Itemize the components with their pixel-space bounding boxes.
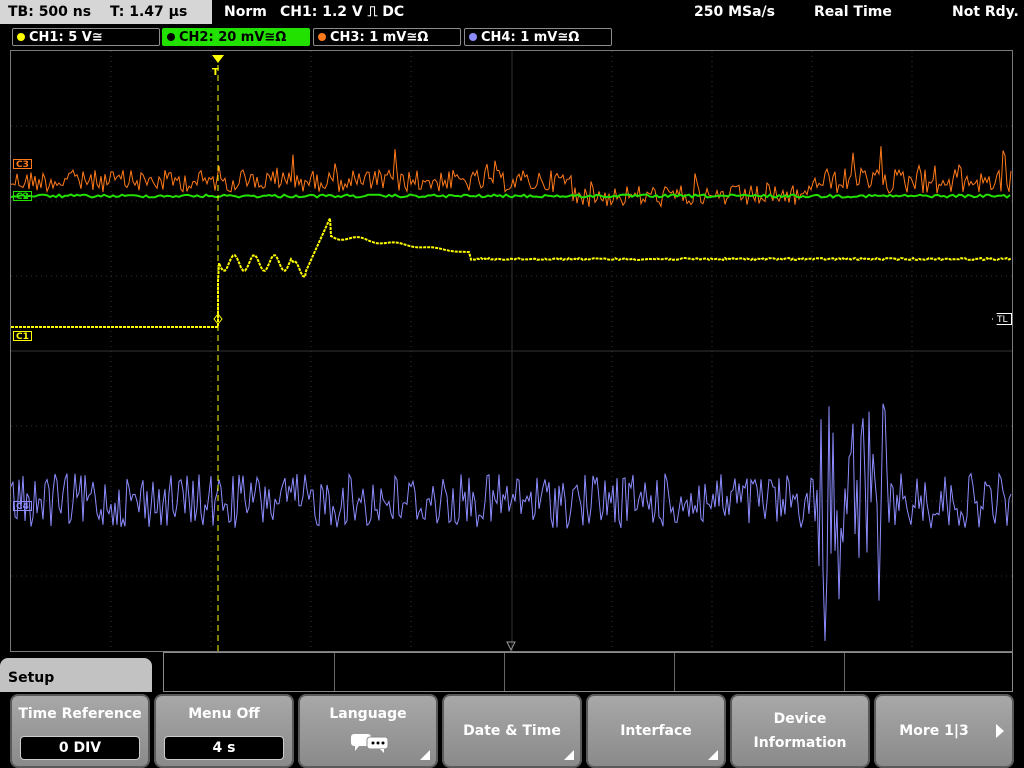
tab-ch1[interactable]: CH1: 5 V≅ [12, 28, 160, 46]
ch2-color-dot [167, 33, 175, 41]
softkey-bar: Time Reference 0 DIV Menu Off 4 s Langua… [0, 692, 1024, 768]
time-reference-value: 0 DIV [20, 736, 140, 760]
ch1-color-dot [17, 33, 25, 41]
menu-off-value: 4 s [164, 736, 284, 760]
ch4-label: CH4: 1 mV≅Ω [481, 30, 580, 45]
trigger-mode[interactable]: Norm [224, 0, 267, 24]
history-strip [163, 652, 1013, 692]
sample-rate: 250 MSa/s [694, 4, 776, 20]
ch3-offset-marker[interactable]: C3 [13, 159, 32, 170]
time-reference-button[interactable]: Time Reference 0 DIV [10, 694, 150, 768]
tab-ch2[interactable]: CH2: 20 mV≅Ω [162, 28, 310, 46]
more-label: More 1|3 [899, 723, 969, 739]
ch4-waveform [11, 403, 1012, 642]
trigger-position-marker[interactable] [212, 55, 224, 63]
device-information-button[interactable]: Device Information [730, 694, 870, 768]
status-bar: TB: 500 ns T: 1.47 µs Norm CH1: 1.2 V ⎍ … [0, 0, 1024, 24]
submenu-indicator-icon [708, 750, 718, 760]
timebase-box[interactable]: TB: 500 ns T: 1.47 µs [0, 0, 212, 24]
menu-off-button[interactable]: Menu Off 4 s [154, 694, 294, 768]
history-cell [164, 653, 335, 691]
acquisition-mode: Real Time [814, 4, 892, 20]
device-information-label: Device Information [753, 711, 847, 751]
ch4-offset-marker[interactable]: C4 [13, 501, 32, 512]
next-page-icon [996, 724, 1004, 738]
trigger-source[interactable]: CH1: 1.2 V ⎍ DC [280, 0, 404, 24]
ch4-color-dot [469, 33, 477, 41]
ch2-waveform [11, 193, 1011, 199]
interface-label: Interface [620, 723, 692, 739]
interface-button[interactable]: Interface [586, 694, 726, 768]
date-time-label: Date & Time [463, 723, 561, 739]
channel-tabs: CH1: 5 V≅ CH2: 20 mV≅Ω CH3: 1 mV≅Ω CH4: … [0, 26, 1024, 48]
tab-ch3[interactable]: CH3: 1 mV≅Ω [313, 28, 461, 46]
waveform-display[interactable]: C3 C2 C1 C4 T [10, 50, 1013, 652]
speech-bubbles-icon [351, 734, 389, 753]
ch3-color-dot [318, 33, 326, 41]
time-reference-label: Time Reference [18, 706, 142, 722]
menu-off-label: Menu Off [188, 706, 260, 722]
ch1-label: CH1: 5 V≅ [29, 30, 103, 45]
submenu-indicator-icon [564, 750, 574, 760]
more-button[interactable]: More 1|3 [874, 694, 1014, 768]
language-button[interactable]: Language [298, 694, 438, 768]
history-cell [334, 653, 505, 691]
ch1-offset-marker[interactable]: C1 [13, 331, 32, 342]
ch2-offset-marker[interactable]: C2 [13, 191, 32, 202]
history-cell [504, 653, 675, 691]
timebase-value: TB: 500 ns [8, 4, 92, 20]
ch1-waveform [11, 217, 1012, 328]
trigger-time-label: T [212, 67, 219, 78]
language-label: Language [329, 706, 407, 722]
acquisition-state: Not Rdy. [952, 4, 1019, 20]
submenu-indicator-icon [420, 750, 430, 760]
tab-ch4[interactable]: CH4: 1 mV≅Ω [464, 28, 612, 46]
date-time-button[interactable]: Date & Time [442, 694, 582, 768]
trigger-time-value: T: 1.47 µs [109, 4, 188, 20]
waveforms [11, 55, 1012, 651]
history-cell [674, 653, 845, 691]
time-reference-marker [506, 641, 516, 651]
ch2-label: CH2: 20 mV≅Ω [179, 30, 287, 45]
ch3-label: CH3: 1 mV≅Ω [330, 30, 429, 45]
